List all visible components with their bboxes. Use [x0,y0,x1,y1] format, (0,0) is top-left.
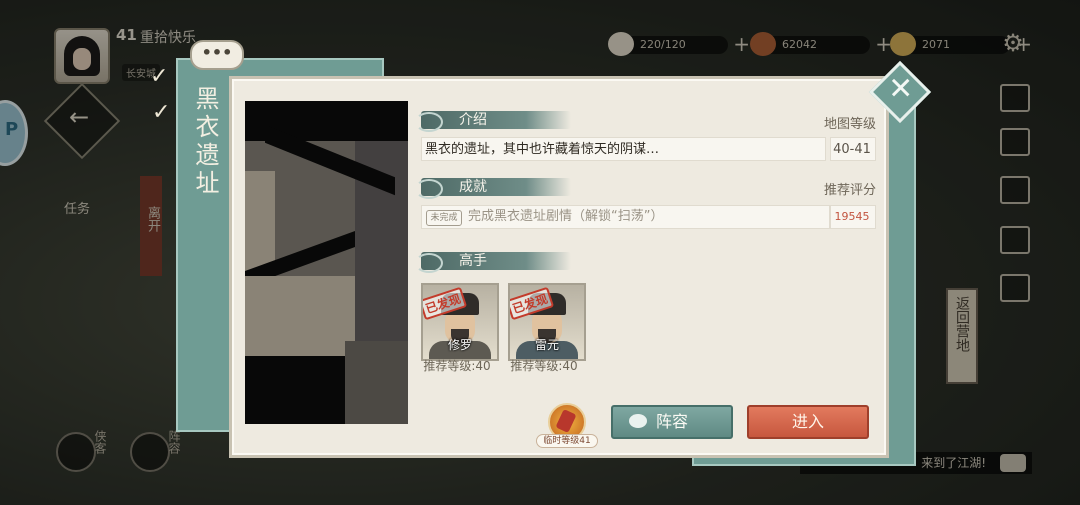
achievement-header-label: 成就 [459,179,487,195]
cloud-swirl-icon [415,112,443,132]
master-card-shura[interactable]: 已发现 修罗 [421,283,499,361]
scroll-shape [555,408,577,434]
close-icon: ✕ [888,71,914,107]
achievement-header: 成就 [415,178,571,199]
team-icon [629,414,647,428]
enter-button-label: 进入 [791,412,824,431]
intro-header-label: 介绍 [459,112,487,128]
masters-header: 高手 [415,252,571,273]
map-level-label: 地图等级 [823,117,876,132]
intro-text: 黑衣的遗址，其中也许藏着惊天的阴谋… [425,142,660,157]
map-level-value: 40-41 [833,142,871,157]
preview-wall-front [245,276,355,356]
bird-icon: ✓ [152,100,171,125]
dialog-title: 黑衣遗址 [191,86,219,198]
more-bubble-icon[interactable]: ••• [190,40,244,70]
master-name: 雷元 [534,338,559,352]
intro-header: 介绍 [415,111,571,132]
masters-header-label: 高手 [459,253,487,269]
enter-button[interactable]: 进入 [747,405,869,439]
team-button[interactable]: 阵容 [611,405,733,439]
dungeon-info-card: 介绍 地图等级 黑衣的遗址，其中也许藏着惊天的阴谋… 40-41 成就 推荐评分… [229,76,889,458]
recommended-score-value: 19545 [834,210,870,223]
cloud-swirl-icon [415,179,443,199]
bird-icon: ✓ [150,64,169,89]
master-recommended-level: 推荐等级:40 [510,359,578,373]
achievement-status-badge: 未完成 [426,210,462,226]
master-recommended-level: 推荐等级:40 [423,359,491,373]
recommended-score-label: 推荐评分 [823,183,876,198]
team-button-label: 阵容 [655,412,688,431]
master-card-leiyuan[interactable]: 已发现 雷元 [508,283,586,361]
cloud-swirl-icon [415,253,443,273]
master-name: 修罗 [447,338,472,352]
preview-void-bottom [245,356,345,424]
achievement-text: 完成黑衣遗址剧情（解锁“扫荡”） [468,209,664,224]
temp-level-label: 临时等级41 [536,434,598,448]
preview-floor-bottom [345,341,408,424]
dungeon-preview-image [245,101,408,424]
